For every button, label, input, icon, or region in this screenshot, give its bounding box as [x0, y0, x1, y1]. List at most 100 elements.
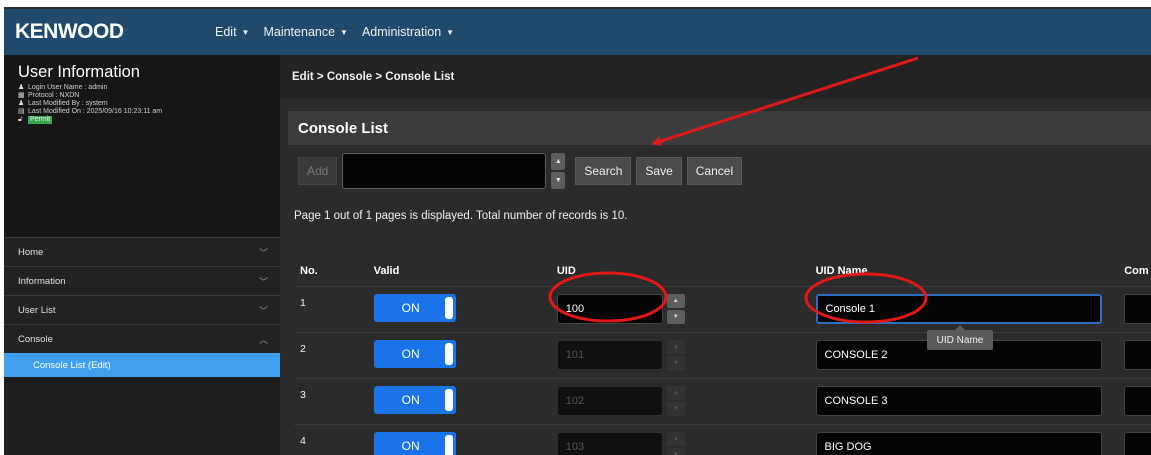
com-cell [1124, 287, 1151, 324]
com-input[interactable] [1124, 386, 1151, 416]
app-window: KENWOOD Edit ▼ Maintenance ▼ Administrat… [4, 7, 1151, 455]
header-no: No. [300, 264, 318, 277]
valid-toggle[interactable]: ON [373, 294, 456, 322]
uid-field: 101 ▲ ▼ [556, 340, 816, 370]
user-icon: ♟ [18, 84, 25, 91]
sidebar-item-label: User List [18, 304, 56, 316]
page-title: Console List [288, 111, 1151, 145]
toggle-knob [444, 435, 453, 455]
com-cell [1124, 379, 1151, 416]
table-header: No. Valid UID UID Name Com [294, 255, 1151, 287]
spinner-up-icon[interactable]: ▲ [551, 153, 566, 170]
row-number: 4 [300, 435, 306, 447]
table-row: 2 ON 101 ▲ ▼ CONSOLE 2 [294, 333, 1151, 379]
valid-cell: ON [373, 379, 557, 414]
uid-cell: 100 ▲ ▼ [556, 287, 816, 324]
valid-toggle[interactable]: ON [373, 432, 456, 455]
calendar-icon: ▤ [18, 108, 25, 115]
spinner-up-icon[interactable]: ▲ [666, 294, 685, 308]
last-modified-on-line: ▤ Last Modified On : 2025/09/16 10:23:11… [18, 108, 280, 116]
sidebar-item-user-list[interactable]: User List ﹀ [4, 295, 280, 324]
uid-field: 103 ▲ ▼ [556, 432, 816, 455]
valid-cell: ON [373, 287, 557, 322]
uid-input: 103 [556, 432, 663, 455]
search-input[interactable] [342, 153, 547, 189]
spinner-down-icon: ▼ [666, 356, 685, 370]
permit-line: 🔓︎ Permit [18, 116, 280, 124]
menu-maintenance[interactable]: Maintenance ▼ [263, 25, 348, 39]
valid-cell: ON [373, 425, 557, 455]
com-input[interactable] [1124, 432, 1151, 455]
uid-name-tooltip: UID Name [927, 325, 993, 350]
uid-name-input[interactable]: Console 1 [815, 294, 1102, 324]
uid-cell: 101 ▲ ▼ [556, 333, 816, 370]
toggle-label: ON [401, 439, 420, 453]
kenwood-logo: KENWOOD [15, 20, 124, 43]
sidebar-item-console[interactable]: Console ︿ [4, 324, 280, 353]
toggle-label: ON [401, 393, 420, 407]
menu-administration[interactable]: Administration ▼ [362, 25, 454, 39]
save-button[interactable]: Save [636, 157, 682, 185]
unlock-icon: 🔓︎ [18, 116, 23, 123]
last-modified-by-text: Last Modified By : system [28, 100, 108, 107]
top-bar: KENWOOD Edit ▼ Maintenance ▼ Administrat… [4, 9, 1151, 55]
uid-name-input[interactable]: CONSOLE 3 [815, 386, 1102, 416]
spinner-down-icon[interactable]: ▼ [551, 172, 566, 189]
uid-cell: 102 ▲ ▼ [556, 379, 816, 416]
chevron-up-icon: ︿ [258, 334, 268, 345]
menu-administration-label: Administration [361, 25, 442, 39]
table-row: 1 ON 100 ▲ ▼ Console 1 [294, 287, 1151, 333]
uid-name-input[interactable]: BIG DOG [815, 432, 1102, 455]
sidebar-item-information[interactable]: Information ﹀ [4, 266, 280, 295]
user-information-panel: User Information ♟ Login User Name : adm… [4, 55, 280, 192]
header-uid: UID [556, 264, 576, 277]
uid-spinner[interactable]: ▲ ▼ [666, 294, 685, 324]
toggle-knob [444, 297, 453, 319]
add-button[interactable]: Add [298, 157, 338, 185]
uid-field: 102 ▲ ▼ [556, 386, 816, 416]
spinner-up-icon: ▲ [666, 432, 685, 446]
menu-maintenance-label: Maintenance [263, 25, 336, 39]
uid-input[interactable]: 100 [556, 294, 663, 324]
valid-toggle[interactable]: ON [373, 340, 456, 368]
toggle-knob [444, 389, 453, 411]
console-table: No. Valid UID UID Name Com 1 ON 100 ▲ ▼ … [294, 255, 1151, 455]
breadcrumb: Edit > Console > Console List [280, 55, 1151, 99]
sidebar-item-home[interactable]: Home ﹀ [4, 237, 280, 266]
valid-cell: ON [373, 333, 557, 368]
menu-edit-label: Edit [215, 25, 237, 39]
uid-input: 102 [556, 386, 663, 416]
search-spinner[interactable]: ▲ ▼ [551, 153, 566, 189]
caret-down-icon: ▼ [241, 27, 250, 37]
user-information-title: User Information [18, 63, 140, 81]
sidebar: User Information ♟ Login User Name : adm… [4, 55, 280, 455]
uid-spinner: ▲ ▼ [666, 432, 685, 455]
header-uid-name: UID Name [815, 264, 868, 277]
permit-badge: Permit [28, 116, 53, 124]
spinner-up-icon: ▲ [666, 386, 685, 400]
spinner-down-icon[interactable]: ▼ [666, 310, 685, 324]
last-modified-by-line: ♟ Last Modified By : system [18, 100, 280, 108]
uid-spinner: ▲ ▼ [666, 386, 685, 416]
toggle-label: ON [401, 301, 420, 315]
search-button[interactable]: Search [575, 157, 632, 185]
menu-edit[interactable]: Edit ▼ [215, 25, 249, 39]
sidebar-item-console-list-edit[interactable]: Console List (Edit) [4, 353, 280, 377]
login-user-line: ♟ Login User Name : admin [18, 84, 280, 92]
valid-toggle[interactable]: ON [373, 386, 456, 414]
user-icon: ♟ [18, 100, 25, 107]
sidebar-item-label: Home [18, 246, 44, 258]
uid-input: 101 [556, 340, 663, 370]
record-status-text: Page 1 out of 1 pages is displayed. Tota… [294, 210, 628, 222]
sidebar-item-label: Information [18, 275, 66, 287]
row-number: 2 [300, 343, 306, 355]
login-user-text: Login User Name : admin [28, 84, 108, 91]
cancel-button[interactable]: Cancel [686, 157, 743, 185]
header-valid: Valid [373, 264, 400, 277]
protocol-line: ▦ Protocol : NXDN [18, 92, 280, 100]
com-input[interactable] [1124, 340, 1151, 370]
com-input[interactable] [1124, 294, 1151, 324]
toolbar: Add ▲ ▼ Search Save Cancel [298, 153, 743, 189]
header-com: Com [1124, 264, 1149, 277]
chevron-down-icon: ﹀ [258, 305, 268, 316]
